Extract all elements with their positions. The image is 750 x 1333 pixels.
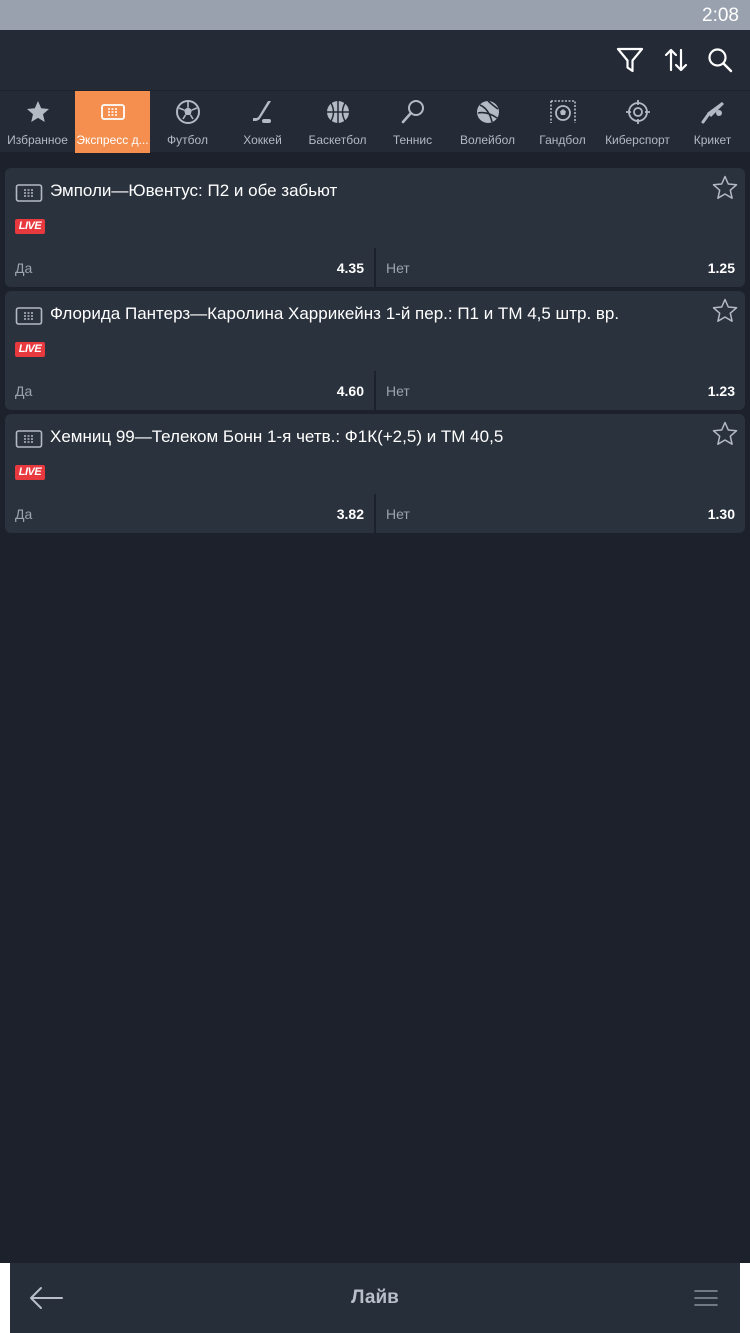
sport-label: Футбол [167, 133, 208, 147]
odd-yes-button[interactable]: Да 3.82 [5, 494, 374, 533]
event-card[interactable]: Флорида Пантерз—Каролина Харрикейнз 1-й … [5, 291, 745, 410]
sport-item-hockey[interactable]: Хоккей [225, 91, 300, 153]
ticket-icon [15, 307, 43, 325]
odd-label: Нет [386, 506, 410, 522]
cricket-icon [701, 102, 724, 124]
bottom-edge-left [0, 1263, 10, 1333]
odd-value: 3.82 [336, 506, 364, 522]
sport-item-handball[interactable]: Гандбол [525, 91, 600, 153]
handball-icon [550, 100, 576, 123]
odd-value: 1.23 [707, 383, 735, 399]
sport-item-volleyball[interactable]: Волейбол [450, 91, 525, 153]
odd-label: Нет [386, 383, 410, 399]
odd-value: 4.60 [336, 383, 364, 399]
search-icon [708, 48, 733, 73]
basketball-icon [327, 101, 349, 123]
bottom-bar: Лайв [10, 1263, 740, 1333]
sport-item-express[interactable]: Экспресс д... [75, 91, 150, 153]
sport-item-football[interactable]: Футбол [150, 91, 225, 153]
sport-item-basketball[interactable]: Баскетбол [300, 91, 375, 153]
soccer-ball-icon [176, 100, 200, 124]
odds-row: Да 4.35 Нет 1.25 [5, 248, 745, 287]
sport-label: Волейбол [459, 133, 516, 147]
menu-icon[interactable] [692, 1285, 720, 1311]
odd-label: Да [15, 506, 33, 522]
volleyball-icon [477, 100, 499, 123]
odd-value: 1.30 [707, 506, 735, 522]
odd-label: Нет [386, 260, 410, 276]
odd-no-button[interactable]: Нет 1.25 [376, 248, 745, 287]
sport-label: Баскетбол [308, 133, 367, 147]
hockey-stick-icon [253, 101, 271, 123]
ticket-icon [101, 104, 125, 120]
odds-row: Да 4.60 Нет 1.23 [5, 371, 745, 410]
ticket-icon [15, 184, 43, 202]
sort-button[interactable] [658, 42, 694, 78]
sport-label: Хоккей [243, 133, 282, 147]
tennis-racket-icon [401, 100, 424, 124]
sport-item-favorites[interactable]: Избранное [0, 91, 75, 153]
event-card[interactable]: Эмполи—Ювентус: П2 и обе забьют LIVE Да … [5, 168, 745, 287]
sport-item-cricket[interactable]: Крикет [675, 91, 750, 153]
event-card[interactable]: Хемниц 99—Телеком Бонн 1-я четв.: Ф1К(+2… [5, 414, 745, 533]
bottom-edge-right [740, 1263, 750, 1333]
sport-item-esports[interactable]: Киберспорт [600, 91, 675, 153]
sport-label: Гандбол [539, 133, 586, 147]
live-badge: LIVE [15, 219, 45, 234]
odd-no-button[interactable]: Нет 1.30 [376, 494, 745, 533]
sport-label: Теннис [392, 133, 433, 147]
odds-row: Да 3.82 Нет 1.30 [5, 494, 745, 533]
filter-button[interactable] [612, 42, 648, 78]
bottom-title: Лайв [351, 1287, 399, 1308]
star-icon [27, 101, 49, 122]
odd-yes-button[interactable]: Да 4.35 [5, 248, 374, 287]
ticket-icon [15, 430, 43, 448]
sports-category-bar: Избранное Экспресс д... Футбол Хоккей Ба… [0, 90, 750, 153]
sort-icon [664, 48, 688, 72]
top-toolbar [0, 30, 750, 90]
sport-item-tennis[interactable]: Теннис [375, 91, 450, 153]
sport-label: Киберспорт [605, 133, 670, 147]
live-badge: LIVE [15, 465, 45, 480]
sport-label: Избранное [7, 133, 68, 147]
search-button[interactable] [702, 42, 738, 78]
favorite-star-icon[interactable] [711, 420, 739, 448]
favorite-star-icon[interactable] [711, 297, 739, 325]
event-title[interactable]: Эмполи—Ювентус: П2 и обе забьют [50, 181, 337, 201]
odd-label: Да [15, 383, 33, 399]
odd-no-button[interactable]: Нет 1.23 [376, 371, 745, 410]
favorite-star-icon[interactable] [711, 174, 739, 202]
odd-value: 4.35 [336, 260, 364, 276]
live-badge: LIVE [15, 342, 45, 357]
event-title[interactable]: Флорида Пантерз—Каролина Харрикейнз 1-й … [50, 304, 619, 324]
sport-label: Крикет [693, 133, 732, 147]
odd-label: Да [15, 260, 33, 276]
filter-icon [616, 47, 644, 73]
event-title[interactable]: Хемниц 99—Телеком Бонн 1-я четв.: Ф1К(+2… [50, 427, 503, 447]
status-time: 2:08 [702, 5, 739, 26]
odd-value: 1.25 [707, 260, 735, 276]
status-bar: 2:08 [0, 0, 750, 30]
odd-yes-button[interactable]: Да 4.60 [5, 371, 374, 410]
crosshair-icon [626, 100, 650, 124]
sport-label: Экспресс д... [76, 133, 149, 147]
